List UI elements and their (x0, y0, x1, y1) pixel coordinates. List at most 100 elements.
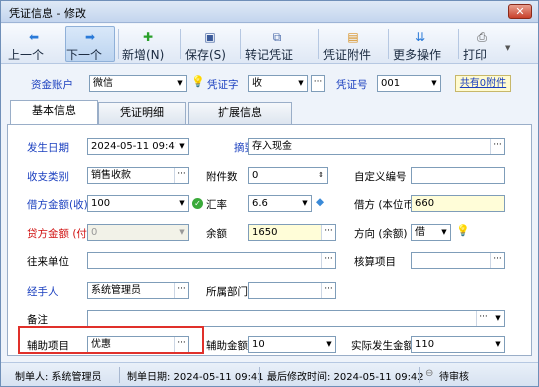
attach-count-value: 0 (252, 170, 259, 181)
category-label: 收支类别 (27, 171, 69, 183)
new-button[interactable]: ✚ 新增(N) (121, 26, 175, 62)
summary-field[interactable]: 存入现金 ··· (248, 138, 505, 155)
tab-basic-info[interactable]: 基本信息 (10, 100, 98, 125)
voucher-attachment-button[interactable]: ▤ 凭证附件 (322, 26, 384, 62)
tab-extended-info[interactable]: 扩展信息 (188, 102, 292, 124)
toolbar-separator (388, 29, 389, 59)
aux-item-value: 优惠 (91, 339, 111, 350)
credit-field[interactable]: 0 ▼ (87, 224, 189, 241)
rate-value: 6.6 (252, 198, 268, 209)
aux-item-browse-button[interactable]: ··· (174, 337, 188, 352)
tab-voucher-detail[interactable]: 凭证明细 (98, 102, 186, 124)
prev-button[interactable]: ⬅ 上一个 (7, 26, 61, 62)
partner-browse-button[interactable]: ··· (321, 253, 335, 268)
voucher-no-select[interactable]: 001 ▼ (377, 75, 441, 92)
rate-field[interactable]: 6.6 ▼ (248, 195, 312, 212)
toolbar-separator (180, 29, 181, 59)
remark-field[interactable]: ··· ▼ (87, 310, 505, 327)
attach-count-field[interactable]: 0 ⇕ (248, 167, 328, 184)
chevron-down-icon[interactable]: ▼ (438, 225, 450, 240)
chevron-down-icon[interactable]: ▼ (323, 337, 335, 352)
chevron-down-icon[interactable]: ▼ (492, 311, 504, 326)
title-bar: 凭证信息 - 修改 ✕ (1, 1, 538, 23)
status-bar: 制单人: 系统管理员 制单日期: 2024-05-11 09:41 最后修改时间… (1, 362, 538, 386)
prev-label: 上一个 (8, 48, 45, 62)
voucher-window: 凭证信息 - 修改 ✕ ⬅ 上一个 ➡ 下一个 ✚ 新增(N) ▣ 保存(S) … (0, 0, 539, 387)
partner-label: 往来单位 (27, 256, 69, 268)
balance-label: 余额 (206, 228, 227, 240)
partner-field[interactable]: ··· (87, 252, 336, 269)
voucher-type-value: 收 (252, 78, 262, 89)
debit-base-field[interactable]: 660 (411, 195, 505, 212)
handler-browse-button[interactable]: ··· (174, 283, 188, 298)
category-value: 销售收款 (91, 170, 131, 181)
lightbulb-icon[interactable]: 💡 (456, 224, 470, 237)
reconcile-field[interactable]: ··· (411, 252, 505, 269)
aux-amount-label: 辅助金额 (206, 340, 248, 352)
chevron-down-icon[interactable]: ▼ (176, 225, 188, 240)
rate-label: 汇率 (206, 199, 227, 211)
chevron-down-icon[interactable]: ▼ (176, 139, 188, 154)
pending-status-icon: ⊖ (425, 368, 434, 379)
status-creator: 制单人: 系统管理员 (15, 372, 102, 383)
date-field[interactable]: 2024-05-11 09:41 ▼ (87, 138, 189, 155)
summary-browse-button[interactable]: ··· (490, 139, 504, 154)
aux-amount-field[interactable]: 10 ▼ (248, 336, 336, 353)
next-button[interactable]: ➡ 下一个 (65, 26, 115, 62)
custom-no-label: 自定义编号 (354, 171, 407, 183)
attachments-link[interactable]: 共有0附件 (455, 75, 511, 92)
debit-field[interactable]: 100 ▼ (87, 195, 189, 212)
voucher-type-select[interactable]: 收 ▼ (248, 75, 308, 92)
chevron-down-icon[interactable]: ▼ (295, 76, 307, 91)
custom-no-field[interactable] (411, 167, 505, 184)
plus-icon: ✚ (142, 30, 154, 44)
chevron-down-icon[interactable]: ▼ (299, 196, 311, 211)
document-convert-icon: ⧉ (272, 30, 282, 44)
handler-field[interactable]: 系统管理员 ··· (87, 282, 189, 299)
next-label: 下一个 (66, 48, 103, 62)
direction-select[interactable]: 借 ▼ (411, 224, 451, 241)
convert-voucher-button[interactable]: ⧉ 转记凭证 (244, 26, 310, 62)
reconcile-browse-button[interactable]: ··· (490, 253, 504, 268)
actual-amount-field[interactable]: 110 ▼ (411, 336, 505, 353)
more-label: 更多操作 (393, 48, 442, 62)
chevron-down-icon[interactable]: ▼ (176, 196, 188, 211)
balance-browse-button[interactable]: ··· (321, 225, 335, 240)
toolbar-separator (118, 29, 119, 59)
print-dropdown-arrow[interactable]: ▼ (505, 44, 510, 52)
toolbar-separator (318, 29, 319, 59)
status-state: 待审核 (439, 372, 469, 383)
credit-label: 贷方金额 (付) (27, 228, 92, 240)
save-button[interactable]: ▣ 保存(S) (184, 26, 236, 62)
voucher-type-label: 凭证字 (207, 79, 239, 91)
dept-browse-button[interactable]: ··· (321, 283, 335, 298)
chevron-down-icon[interactable]: ▼ (428, 76, 440, 91)
balance-field[interactable]: 1650 ··· (248, 224, 336, 241)
remark-browse-button[interactable]: ··· (476, 311, 490, 326)
dept-field[interactable]: ··· (248, 282, 336, 299)
chevron-down-icon[interactable]: ▼ (174, 76, 186, 91)
lightbulb-icon[interactable]: 💡 (191, 75, 205, 88)
account-select[interactable]: 微信 ▼ (89, 75, 187, 92)
checkmark-icon: ✓ (192, 198, 203, 209)
spinner-icon[interactable]: ⇕ (315, 168, 327, 183)
handler-label: 经手人 (27, 286, 59, 298)
aux-item-field[interactable]: 优惠 ··· (87, 336, 189, 353)
save-label: 保存(S) (185, 48, 226, 62)
calculator-icon[interactable]: ◆ (316, 196, 324, 208)
chevron-down-icon[interactable]: ▼ (492, 337, 504, 352)
debit-base-label: 借方 (本位币) (354, 199, 419, 211)
reconcile-label: 核算项目 (354, 256, 396, 268)
more-actions-button[interactable]: ⇊ 更多操作 (392, 26, 448, 62)
close-button[interactable]: ✕ (508, 4, 532, 19)
debit-label: 借方金额(收) (27, 199, 88, 211)
aux-amount-value: 10 (252, 339, 265, 350)
voucher-type-browse-button[interactable]: ··· (311, 75, 325, 92)
toolbar-separator (458, 29, 459, 59)
actual-amount-label: 实际发生金额 (351, 340, 414, 352)
status-separator (119, 367, 120, 383)
debit-value: 100 (91, 198, 111, 209)
category-field[interactable]: 销售收款 ··· (87, 167, 189, 184)
print-button[interactable]: ⎙ 打印 (462, 26, 502, 62)
category-browse-button[interactable]: ··· (174, 168, 188, 183)
